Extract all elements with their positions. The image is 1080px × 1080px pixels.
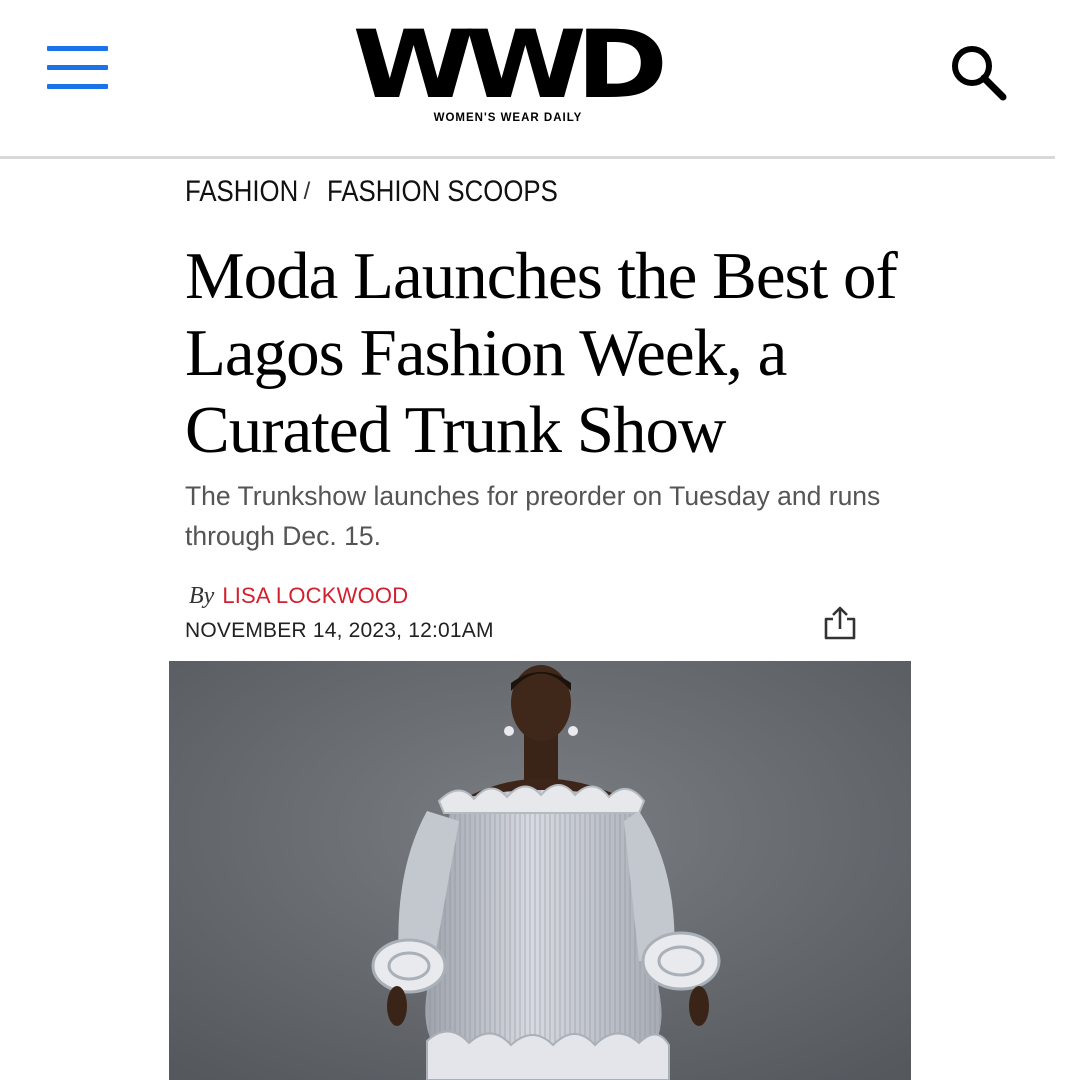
site-header: WWD WOMEN'S WEAR DAILY [0,0,1080,158]
menu-bar [47,65,108,70]
header-divider [0,156,1055,159]
share-icon-glyph [824,606,856,640]
hero-image[interactable] [169,661,911,1080]
article-headline: Moda Launches the Best of Lagos Fashion … [185,239,898,467]
publish-date: NOVEMBER 14, 2023, 12:01AM [185,619,494,642]
article-dek: The Trunkshow launches for preorder on T… [185,481,881,551]
search-icon-glyph [952,46,1007,101]
breadcrumb-fashion-scoops[interactable]: FASHION SCOOPS [327,175,558,209]
hamburger-menu-icon[interactable] [47,44,109,94]
author-link[interactable]: LISA LOCKWOOD [222,583,408,609]
site-logo[interactable]: WWD WOMEN'S WEAR DAILY [353,19,669,132]
menu-bar [47,84,108,89]
breadcrumb: FASHION / FASHION SCOOPS [185,172,558,212]
byline-label: By [189,583,215,609]
runway-model-photo [169,661,911,1080]
breadcrumb-fashion[interactable]: FASHION [185,175,298,209]
logo-mark: WWD [352,11,669,120]
menu-bar [47,46,108,51]
search-icon[interactable] [948,42,1008,102]
share-icon[interactable] [822,605,858,641]
byline: By LISA LOCKWOOD [189,583,408,615]
